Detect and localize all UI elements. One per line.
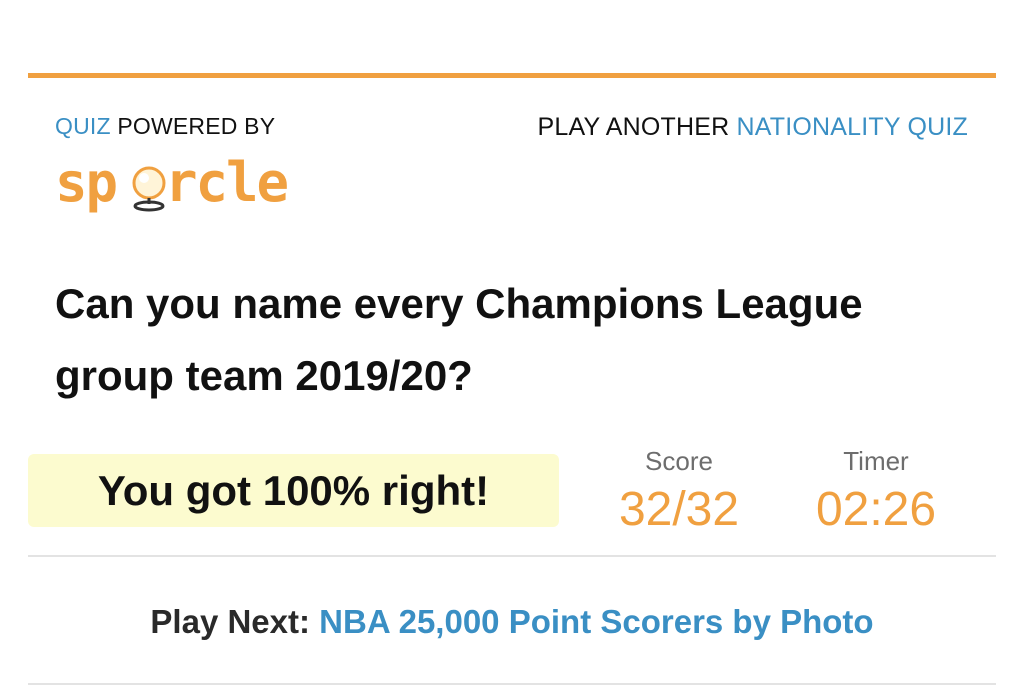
score-value: 32/32	[618, 483, 740, 536]
powered-by-label: QUIZ POWERED BY	[55, 113, 315, 139]
sporcle-logo-left-text: sp	[55, 151, 117, 213]
play-another-prefix: PLAY ANOTHER	[537, 113, 730, 141]
timer-value: 02:26	[815, 483, 937, 536]
powered-by-quiz-word: QUIZ	[55, 113, 111, 139]
sporcle-logo-svg: sp rcle	[55, 151, 290, 214]
result-divider	[28, 555, 996, 557]
quiz-result-page: QUIZ POWERED BY sp rcle PLAY ANOTHER NAT…	[0, 0, 1024, 685]
play-next: Play Next: NBA 25,000 Point Scorers by P…	[0, 603, 1024, 641]
top-divider	[28, 73, 996, 78]
powered-by-text: POWERED BY	[117, 113, 276, 139]
sporcle-logo-right-text: rcle	[165, 151, 288, 213]
play-next-prefix: Play Next:	[150, 603, 310, 640]
golf-ball-icon	[132, 166, 166, 212]
timer-label: Timer	[843, 446, 909, 476]
nationality-quiz-link[interactable]: NATIONALITY QUIZ	[737, 113, 968, 141]
quiz-title: Can you name every Champions League grou…	[55, 280, 863, 399]
sporcle-logo[interactable]: sp rcle	[55, 143, 315, 214]
timer-display: Timer 02:26	[800, 446, 952, 538]
score-display: Score 32/32	[604, 446, 754, 538]
result-message: You got 100% right!	[28, 454, 559, 527]
next-quiz-link[interactable]: NBA 25,000 Point Scorers by Photo	[319, 603, 873, 640]
score-label: Score	[645, 446, 713, 476]
play-another-quiz: PLAY ANOTHER NATIONALITY QUIZ	[538, 113, 968, 142]
sporcle-branding[interactable]: QUIZ POWERED BY sp rcle	[55, 113, 315, 214]
